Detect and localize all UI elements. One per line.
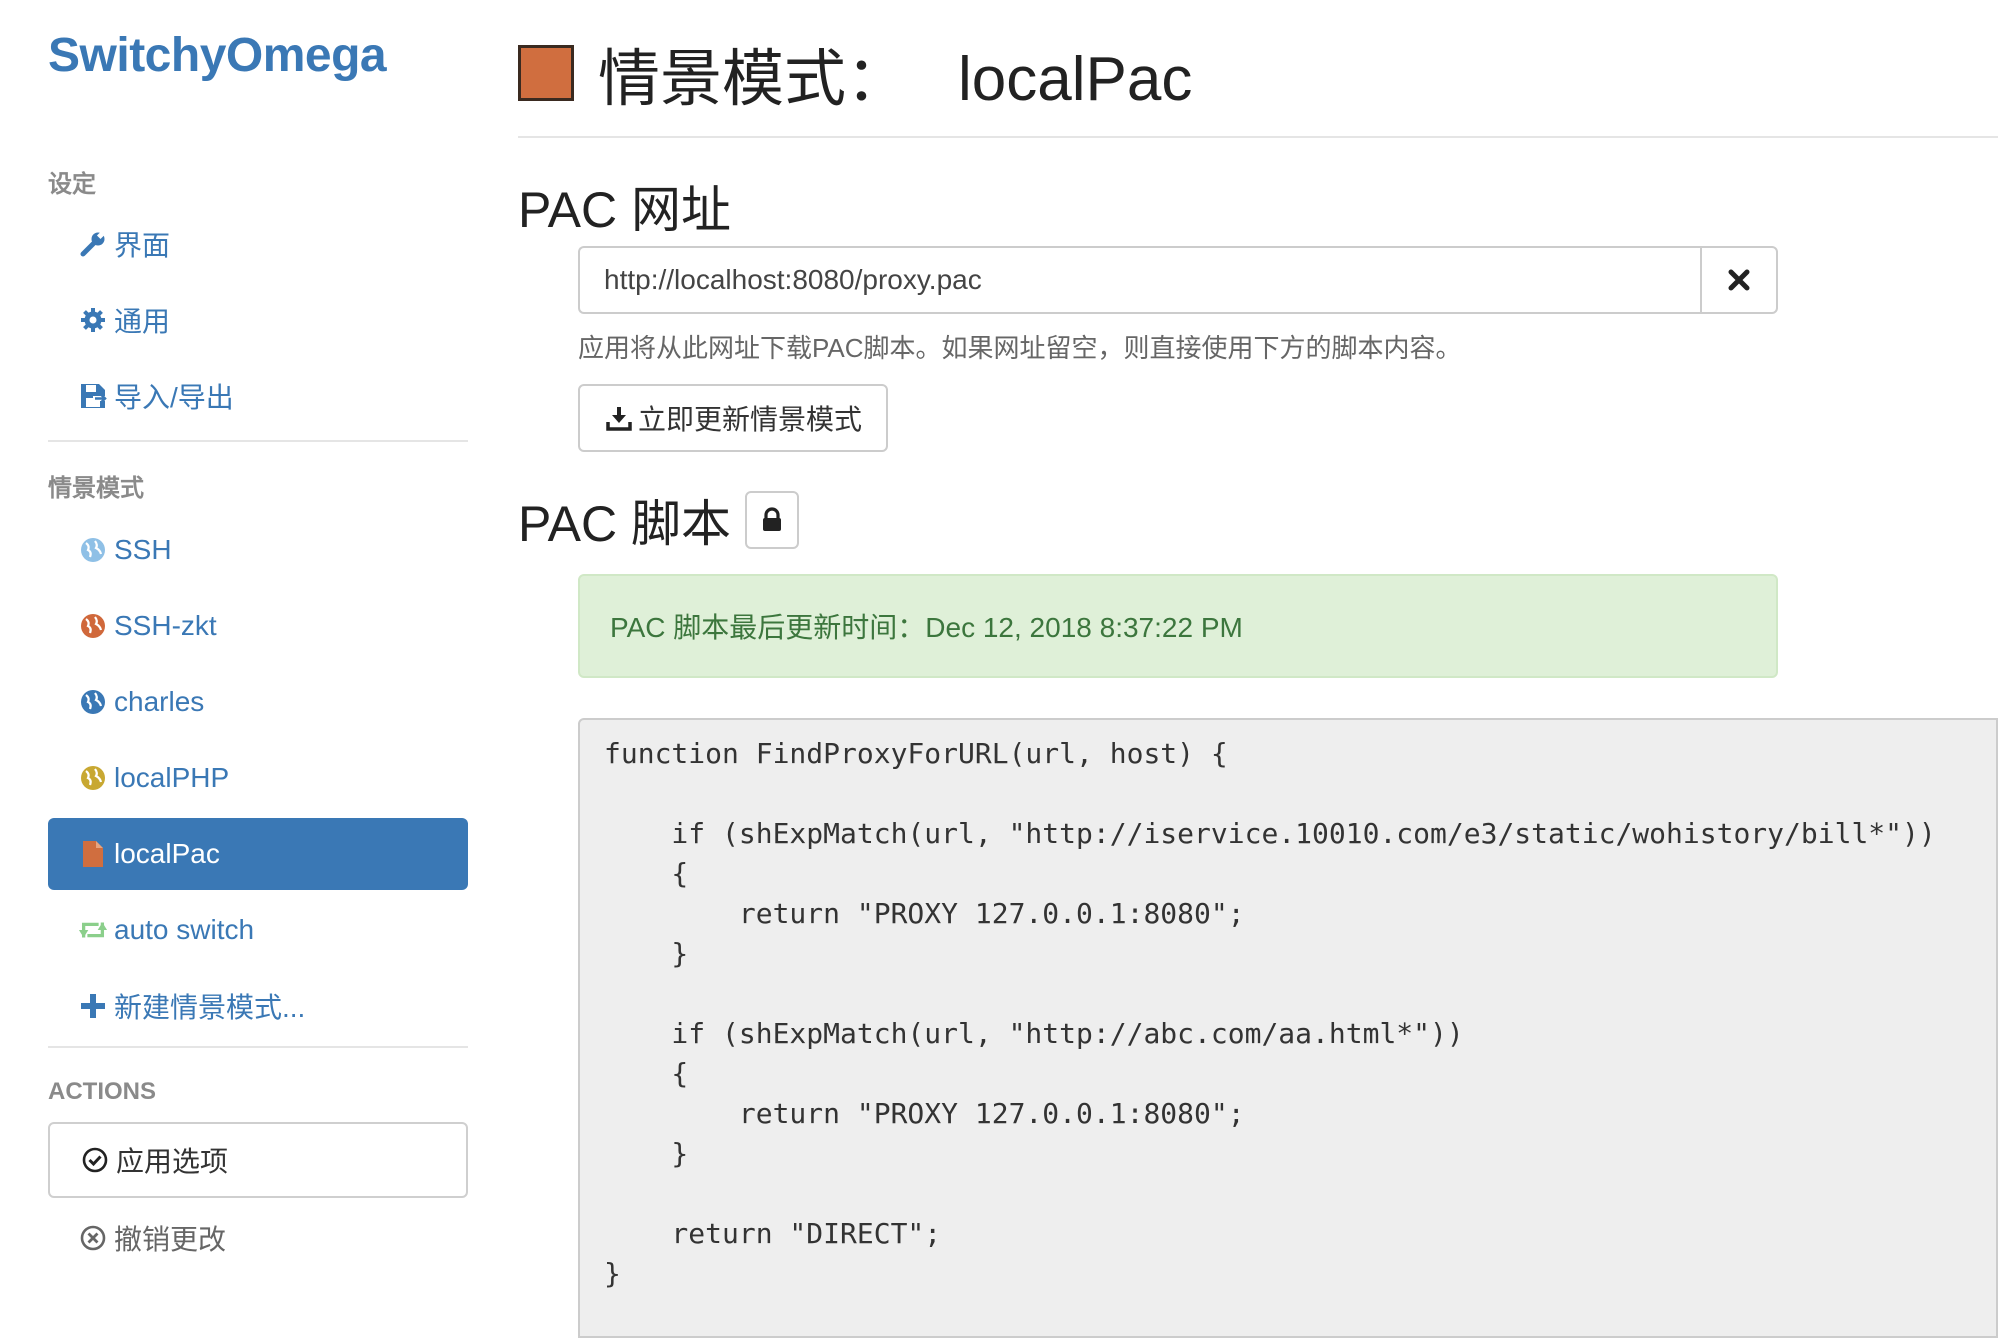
actions-section-title: ACTIONS: [48, 1078, 156, 1105]
sidebar-item-label: localPHP: [114, 762, 230, 793]
plus-icon: [78, 991, 108, 1021]
sidebar-item-ssh[interactable]: SSH: [48, 514, 468, 586]
sidebar-item-general[interactable]: 通用: [48, 284, 468, 356]
sidebar-item-localphp[interactable]: localPHP: [48, 742, 468, 814]
sidebar-item-label: localPac: [114, 838, 220, 869]
header-divider: [518, 136, 1998, 138]
new-profile-button[interactable]: 新建情景模式...: [48, 970, 468, 1042]
sidebar-divider: [48, 1046, 468, 1048]
gear-icon: [78, 305, 108, 335]
pac-url-group: [578, 246, 1778, 314]
pac-script-heading: PAC 脚本: [518, 496, 731, 552]
settings-section-title: 设定: [48, 171, 96, 198]
pac-url-help: 应用将从此网址下载PAC脚本。如果网址留空，则直接使用下方的脚本内容。: [578, 333, 1462, 363]
update-profile-button[interactable]: 立即更新情景模式: [578, 384, 889, 452]
sidebar-item-auto-switch[interactable]: auto switch: [48, 894, 468, 966]
clear-url-button[interactable]: [1700, 246, 1778, 314]
discard-changes-label: 撤销更改: [114, 1224, 227, 1255]
update-profile-label: 立即更新情景模式: [638, 404, 863, 435]
page-title-prefix: 情景模式：: [598, 45, 909, 114]
sidebar-item-ssh-zkt[interactable]: SSH-zkt: [48, 590, 468, 662]
globe-icon: [78, 687, 108, 717]
floppy-disk-icon: [78, 381, 108, 411]
pac-script-heading-row: PAC 脚本: [518, 484, 799, 556]
profile-name: localPac: [958, 45, 1193, 114]
sidebar-item-import-export[interactable]: 导入/导出: [48, 360, 468, 432]
sidebar-item-label: SSH: [114, 534, 172, 565]
apply-options-label: 应用选项: [116, 1146, 229, 1177]
close-icon: [1727, 268, 1751, 292]
check-circle-icon: [80, 1145, 110, 1175]
app-brand[interactable]: SwitchyOmega: [48, 28, 387, 83]
lock-script-button[interactable]: [745, 491, 799, 549]
close-circle-icon: [78, 1223, 108, 1253]
sidebar-item-label: 新建情景模式...: [114, 992, 306, 1023]
sidebar-item-localpac[interactable]: localPac: [48, 818, 468, 890]
sidebar-item-label: auto switch: [114, 914, 255, 945]
globe-icon: [78, 611, 108, 641]
page-title: 情景模式： localPac: [598, 28, 1192, 118]
pac-file-icon: [78, 839, 108, 869]
pac-last-updated-alert: PAC 脚本最后更新时间：Dec 12, 2018 8:37:22 PM: [578, 574, 1778, 678]
sidebar-item-interface[interactable]: 界面: [48, 208, 468, 280]
globe-icon: [78, 535, 108, 565]
sidebar-item-label: SSH-zkt: [114, 610, 217, 641]
sidebar-item-label: 导入/导出: [114, 382, 234, 413]
retweet-icon: [78, 915, 108, 945]
profile-color-swatch[interactable]: [518, 45, 574, 101]
lock-icon: [761, 507, 783, 533]
globe-icon: [78, 763, 108, 793]
sidebar-item-label: charles: [114, 686, 205, 717]
pac-url-heading: PAC 网址: [518, 182, 731, 238]
pac-script-editor[interactable]: function FindProxyForURL(url, host) { if…: [578, 718, 1998, 1338]
pac-url-input[interactable]: [578, 246, 1700, 314]
wrench-icon: [78, 229, 108, 259]
sidebar-divider: [48, 440, 468, 442]
discard-changes-button[interactable]: 撤销更改: [48, 1208, 468, 1268]
profiles-section-title: 情景模式: [48, 475, 144, 502]
sidebar-item-label: 通用: [114, 306, 171, 337]
sidebar-item-charles[interactable]: charles: [48, 666, 468, 738]
apply-options-button[interactable]: 应用选项: [48, 1122, 468, 1198]
sidebar-item-label: 界面: [114, 230, 171, 261]
page-header: 情景模式： localPac: [518, 28, 1192, 118]
download-icon: [604, 403, 634, 433]
